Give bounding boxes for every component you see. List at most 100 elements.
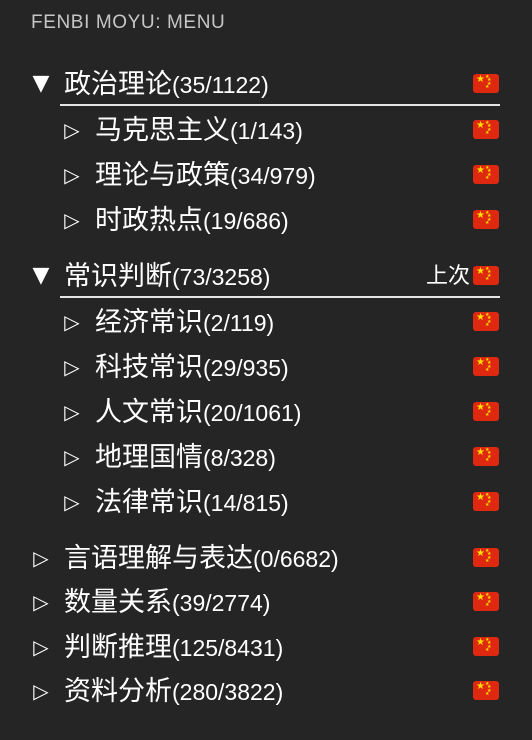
collapsed-triangle-icon[interactable]: ▷ [60, 399, 84, 425]
china-flag-icon[interactable]: ★ ★ ★ ★ ★ [473, 402, 499, 421]
china-flag-icon[interactable]: ★ ★ ★ ★ ★ [473, 210, 499, 229]
tree-item-label: 政治理论(35/1122) [64, 68, 269, 102]
progress-count: (125/8431) [172, 635, 284, 661]
china-flag-icon[interactable]: ★ ★ ★ ★ ★ [473, 120, 499, 139]
category-name: 常识判断 [64, 261, 172, 292]
star-icon: ★ [476, 592, 485, 603]
china-flag-icon[interactable]: ★ ★ ★ ★ ★ [473, 165, 499, 184]
tree-item-label: 经济常识(2/119) [95, 306, 274, 340]
tree-subcategory-row[interactable]: ▷ 马克思主义(1/143) ★ ★ ★ ★ ★ [0, 110, 532, 150]
tree-item-label: 资料分析(280/3822) [64, 675, 283, 709]
tree-subcategory-row[interactable]: ▷ 科技常识(29/935) ★ ★ ★ ★ ★ [0, 347, 532, 387]
tree-subcategory-row[interactable]: ▷ 经济常识(2/119) ★ ★ ★ ★ ★ [0, 302, 532, 342]
tree-subcategory-row[interactable]: ▷ 人文常识(20/1061) ★ ★ ★ ★ ★ [0, 392, 532, 432]
category-name: 经济常识 [95, 307, 203, 338]
tree-category-row[interactable]: ▼ 政治理论(35/1122) ★ ★ ★ ★ ★ [0, 64, 532, 104]
collapsed-triangle-icon[interactable]: ▷ [60, 444, 84, 470]
tree-category-row[interactable]: ▷ 资料分析(280/3822) ★ ★ ★ ★ ★ [0, 671, 532, 711]
collapsed-triangle-icon[interactable]: ▷ [60, 309, 84, 335]
progress-count: (2/119) [203, 310, 275, 336]
collapsed-triangle-icon[interactable]: ▷ [29, 545, 53, 571]
collapsed-triangle-icon[interactable]: ▷ [29, 634, 53, 660]
collapsed-triangle-icon[interactable]: ▷ [29, 589, 53, 615]
china-flag-icon[interactable]: ★ ★ ★ ★ ★ [473, 492, 499, 511]
star-icon: ★ [476, 548, 485, 559]
tree-item-label: 常识判断(73/3258) [64, 260, 270, 294]
tree-subcategory-row[interactable]: ▷ 时政热点(19/686) ★ ★ ★ ★ ★ [0, 200, 532, 240]
star-icon: ★ [485, 558, 490, 564]
tree-subcategory-row[interactable]: ▷ 法律常识(14/815) ★ ★ ★ ★ ★ [0, 482, 532, 522]
star-icon: ★ [485, 691, 490, 697]
tree-item-label: 时政热点(19/686) [95, 204, 289, 238]
progress-count: (39/2774) [172, 590, 271, 616]
star-icon: ★ [485, 276, 490, 282]
expanded-triangle-icon[interactable]: ▼ [29, 263, 53, 289]
category-name: 地理国情 [95, 442, 203, 473]
china-flag-icon[interactable]: ★ ★ ★ ★ ★ [473, 266, 499, 285]
tree-item-label: 数量关系(39/2774) [64, 586, 270, 620]
tree-item-label: 理论与政策(34/979) [95, 159, 316, 193]
progress-count: (0/6682) [253, 546, 339, 572]
star-icon: ★ [476, 357, 485, 368]
china-flag-icon[interactable]: ★ ★ ★ ★ ★ [473, 681, 499, 700]
star-icon: ★ [476, 210, 485, 221]
collapsed-triangle-icon[interactable]: ▷ [60, 162, 84, 188]
china-flag-icon[interactable]: ★ ★ ★ ★ ★ [473, 592, 499, 611]
tree-item-label: 言语理解与表达(0/6682) [64, 542, 339, 576]
star-icon: ★ [485, 412, 490, 418]
progress-count: (280/3822) [172, 679, 284, 705]
collapsed-triangle-icon[interactable]: ▷ [60, 489, 84, 515]
tree-category-row[interactable]: ▷ 言语理解与表达(0/6682) ★ ★ ★ ★ ★ [0, 538, 532, 578]
star-icon: ★ [476, 402, 485, 413]
star-icon: ★ [485, 367, 490, 373]
progress-count: (73/3258) [172, 264, 271, 290]
china-flag-icon[interactable]: ★ ★ ★ ★ ★ [473, 312, 499, 331]
tree-item-label: 法律常识(14/815) [95, 486, 289, 520]
tree-subcategory-row[interactable]: ▷ 地理国情(8/328) ★ ★ ★ ★ ★ [0, 437, 532, 477]
tree-category-row[interactable]: ▷ 数量关系(39/2774) ★ ★ ★ ★ ★ [0, 582, 532, 622]
collapsed-triangle-icon[interactable]: ▷ [60, 207, 84, 233]
tree-item-label: 科技常识(29/935) [95, 351, 289, 385]
china-flag-icon[interactable]: ★ ★ ★ ★ ★ [473, 637, 499, 656]
category-name: 数量关系 [64, 587, 172, 618]
china-flag-icon[interactable]: ★ ★ ★ ★ ★ [473, 357, 499, 376]
category-name: 马克思主义 [95, 115, 230, 146]
category-name: 科技常识 [95, 352, 203, 383]
star-icon: ★ [476, 637, 485, 648]
tree-item-label: 地理国情(8/328) [95, 441, 276, 475]
tree-category-row[interactable]: ▷ 判断推理(125/8431) ★ ★ ★ ★ ★ [0, 627, 532, 667]
progress-count: (29/935) [203, 355, 289, 381]
collapsed-triangle-icon[interactable]: ▷ [29, 678, 53, 704]
star-icon: ★ [476, 492, 485, 503]
star-icon: ★ [476, 74, 485, 85]
star-icon: ★ [476, 266, 485, 277]
star-icon: ★ [476, 165, 485, 176]
star-icon: ★ [476, 681, 485, 692]
star-icon: ★ [485, 602, 490, 608]
category-name: 时政热点 [95, 205, 203, 236]
collapsed-triangle-icon[interactable]: ▷ [60, 354, 84, 380]
expanded-triangle-icon[interactable]: ▼ [29, 71, 53, 97]
category-divider [60, 104, 500, 106]
china-flag-icon[interactable]: ★ ★ ★ ★ ★ [473, 447, 499, 466]
progress-count: (14/815) [203, 490, 289, 516]
star-icon: ★ [485, 457, 490, 463]
collapsed-triangle-icon[interactable]: ▷ [60, 117, 84, 143]
tree-category-row[interactable]: ▼ 常识判断(73/3258) 上次 ★ ★ ★ ★ ★ [0, 256, 532, 296]
progress-count: (19/686) [203, 208, 289, 234]
category-name: 言语理解与表达 [64, 543, 253, 574]
star-icon: ★ [476, 447, 485, 458]
tree-subcategory-row[interactable]: ▷ 理论与政策(34/979) ★ ★ ★ ★ ★ [0, 155, 532, 195]
china-flag-icon[interactable]: ★ ★ ★ ★ ★ [473, 74, 499, 93]
star-icon: ★ [485, 647, 490, 653]
star-icon: ★ [476, 312, 485, 323]
china-flag-icon[interactable]: ★ ★ ★ ★ ★ [473, 548, 499, 567]
progress-count: (20/1061) [203, 400, 302, 426]
last-visited-marker: 上次 [425, 264, 470, 289]
tree-item-label: 判断推理(125/8431) [64, 631, 283, 665]
progress-count: (35/1122) [172, 72, 269, 98]
star-icon: ★ [485, 220, 490, 226]
category-tree: ▼ 政治理论(35/1122) ★ ★ ★ ★ ★ ▷ 马克思主义(1/143) ★ ★ ★ ★ ★ ▷ 理论… [0, 0, 532, 740]
category-name: 政治理论 [64, 69, 172, 100]
progress-count: (8/328) [203, 445, 276, 471]
